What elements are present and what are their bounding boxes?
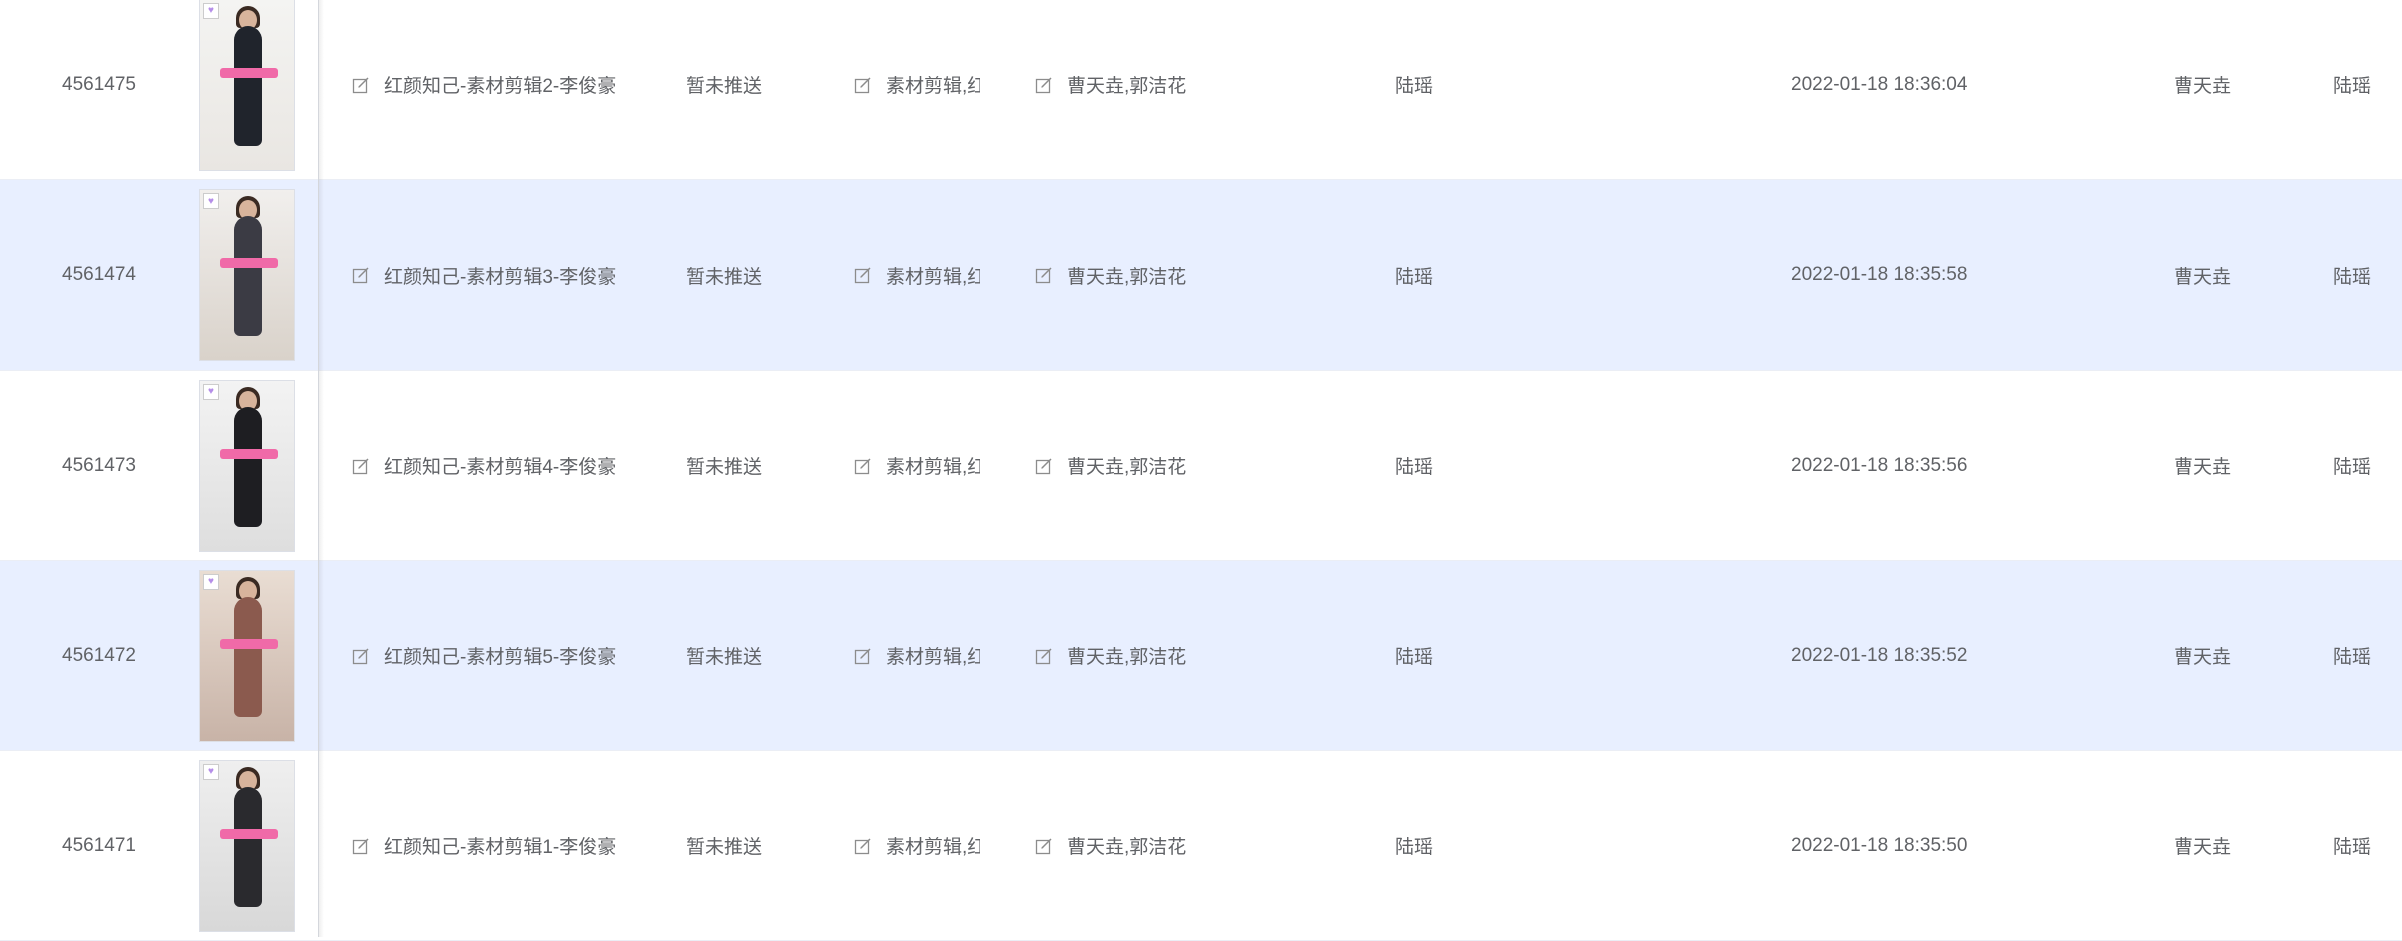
- last-editor-name: 陆瑶: [2333, 457, 2372, 478]
- tags-cell[interactable]: 素材剪辑,红颜知己: [854, 561, 980, 750]
- thumbnail-cell[interactable]: ♥: [198, 561, 296, 750]
- edit-icon[interactable]: [352, 647, 370, 665]
- push-status: 暂未推送: [686, 837, 763, 858]
- asset-id: 4561475: [62, 73, 136, 95]
- heart-icon: ♥: [203, 573, 219, 590]
- heart-icon: ♥: [203, 383, 219, 400]
- thumbnail-cell[interactable]: ♥: [198, 751, 296, 940]
- tags-cell[interactable]: 素材剪辑,红颜知己: [854, 180, 980, 370]
- thumbnail-cell[interactable]: ♥: [198, 0, 296, 179]
- edit-icon[interactable]: [352, 76, 370, 94]
- editor-name: 陆瑶: [1395, 266, 1434, 288]
- video-thumbnail[interactable]: ♥: [199, 379, 295, 552]
- edit-icon[interactable]: [854, 837, 872, 855]
- owners-cell[interactable]: 曹天垚,郭洁花: [1035, 561, 1207, 750]
- last-editor-name: 陆瑶: [2333, 266, 2372, 288]
- asset-title: 红颜知己-素材剪辑2-李俊豪: [384, 76, 617, 97]
- edit-icon[interactable]: [1035, 266, 1053, 284]
- title-cell[interactable]: 红颜知己-素材剪辑5-李俊豪: [352, 561, 628, 750]
- heart-icon: ♥: [203, 2, 219, 19]
- editor-name: 陆瑶: [1395, 457, 1434, 478]
- video-thumbnail[interactable]: ♥: [199, 0, 295, 171]
- asset-id: 4561474: [62, 264, 136, 285]
- video-thumbnail[interactable]: ♥: [199, 569, 295, 742]
- creator-name: 曹天垚: [2174, 457, 2232, 478]
- edit-icon[interactable]: [352, 266, 370, 284]
- asset-owners: 曹天垚,郭洁花: [1067, 837, 1187, 858]
- edit-icon[interactable]: [854, 457, 872, 475]
- push-status: 暂未推送: [686, 457, 763, 478]
- push-status: 暂未推送: [686, 76, 763, 97]
- last-editor-name: 陆瑶: [2333, 647, 2372, 668]
- asset-owners: 曹天垚,郭洁花: [1067, 647, 1187, 668]
- video-thumbnail[interactable]: ♥: [199, 189, 295, 361]
- video-thumbnail[interactable]: ♥: [199, 759, 295, 932]
- fixed-column-shadow: [318, 0, 324, 937]
- editor-name: 陆瑶: [1395, 837, 1434, 858]
- thumbnail-cell[interactable]: ♥: [198, 180, 296, 370]
- asset-tags: 素材剪辑,红颜知己: [886, 76, 980, 97]
- asset-owners: 曹天垚,郭洁花: [1067, 266, 1187, 288]
- creator-name: 曹天垚: [2174, 76, 2232, 97]
- edit-icon[interactable]: [1035, 837, 1053, 855]
- created-time: 2022-01-18 18:36:04: [1791, 73, 1968, 95]
- edit-icon[interactable]: [1035, 647, 1053, 665]
- created-time: 2022-01-18 18:35:56: [1791, 454, 1968, 476]
- tags-cell[interactable]: 素材剪辑,红颜知己: [854, 751, 980, 940]
- title-cell[interactable]: 红颜知己-素材剪辑4-李俊豪: [352, 371, 628, 560]
- owners-cell[interactable]: 曹天垚,郭洁花: [1035, 371, 1207, 560]
- thumbnail-cell[interactable]: ♥: [198, 371, 296, 560]
- heart-icon: ♥: [203, 193, 219, 209]
- edit-icon[interactable]: [1035, 457, 1053, 475]
- edit-icon[interactable]: [854, 266, 872, 284]
- edit-icon[interactable]: [352, 457, 370, 475]
- owners-cell[interactable]: 曹天垚,郭洁花: [1035, 0, 1207, 179]
- creator-name: 曹天垚: [2174, 837, 2232, 858]
- editor-name: 陆瑶: [1395, 76, 1434, 97]
- edit-icon[interactable]: [854, 647, 872, 665]
- asset-tags: 素材剪辑,红颜知己: [886, 647, 980, 668]
- asset-tags: 素材剪辑,红颜知己: [886, 457, 980, 478]
- created-time: 2022-01-18 18:35:50: [1791, 834, 1968, 856]
- heart-icon: ♥: [203, 763, 219, 780]
- created-time: 2022-01-18 18:35:58: [1791, 264, 1968, 285]
- table-row[interactable]: 4561473 ♥ 红颜知己-素材剪辑4-李俊豪 暂未推送 素材剪辑,红颜知己 曹天垚,郭…: [0, 371, 2402, 561]
- title-cell[interactable]: 红颜知己-素材剪辑2-李俊豪: [352, 0, 628, 179]
- tags-cell[interactable]: 素材剪辑,红颜知己: [854, 371, 980, 560]
- creator-name: 曹天垚: [2174, 647, 2232, 668]
- edit-icon[interactable]: [1035, 76, 1053, 94]
- table-row[interactable]: 4561471 ♥ 红颜知己-素材剪辑1-李俊豪 暂未推送 素材剪辑,红颜知己 曹天垚,郭…: [0, 751, 2402, 941]
- table-row[interactable]: 4561475 ♥ 红颜知己-素材剪辑2-李俊豪 暂未推送 素材剪辑,红颜知己 曹天垚,郭…: [0, 0, 2402, 180]
- asset-owners: 曹天垚,郭洁花: [1067, 76, 1187, 97]
- edit-icon[interactable]: [352, 837, 370, 855]
- owners-cell[interactable]: 曹天垚,郭洁花: [1035, 180, 1207, 370]
- title-cell[interactable]: 红颜知己-素材剪辑3-李俊豪: [352, 180, 628, 370]
- push-status: 暂未推送: [686, 647, 763, 668]
- last-editor-name: 陆瑶: [2333, 76, 2372, 97]
- material-table: 4561475♥红颜知己-素材剪辑2-李俊豪暂未推送素材剪辑,红颜知己曹天垚,郭…: [0, 0, 2402, 941]
- table-row[interactable]: 4561474 ♥ 红颜知己-素材剪辑3-李俊豪 暂未推送 素材剪辑,红颜知己 曹天垚,郭…: [0, 180, 2402, 371]
- asset-title: 红颜知己-素材剪辑1-李俊豪: [384, 837, 617, 858]
- tags-cell[interactable]: 素材剪辑,红颜知己: [854, 0, 980, 179]
- asset-owners: 曹天垚,郭洁花: [1067, 457, 1187, 478]
- owners-cell[interactable]: 曹天垚,郭洁花: [1035, 751, 1207, 940]
- editor-name: 陆瑶: [1395, 647, 1434, 668]
- creator-name: 曹天垚: [2174, 266, 2232, 288]
- asset-tags: 素材剪辑,红颜知己: [886, 837, 980, 858]
- push-status: 暂未推送: [686, 266, 763, 288]
- asset-title: 红颜知己-素材剪辑3-李俊豪: [384, 266, 617, 288]
- asset-title: 红颜知己-素材剪辑5-李俊豪: [384, 647, 617, 668]
- asset-id: 4561472: [62, 644, 136, 666]
- last-editor-name: 陆瑶: [2333, 837, 2372, 858]
- asset-id: 4561473: [62, 454, 136, 476]
- asset-id: 4561471: [62, 834, 136, 856]
- asset-tags: 素材剪辑,红颜知己: [886, 266, 980, 288]
- edit-icon[interactable]: [854, 76, 872, 94]
- created-time: 2022-01-18 18:35:52: [1791, 644, 1968, 666]
- title-cell[interactable]: 红颜知己-素材剪辑1-李俊豪: [352, 751, 628, 940]
- table-row[interactable]: 4561472 ♥ 红颜知己-素材剪辑5-李俊豪 暂未推送 素材剪辑,红颜知己 曹天垚,郭…: [0, 561, 2402, 751]
- asset-title: 红颜知己-素材剪辑4-李俊豪: [384, 457, 617, 478]
